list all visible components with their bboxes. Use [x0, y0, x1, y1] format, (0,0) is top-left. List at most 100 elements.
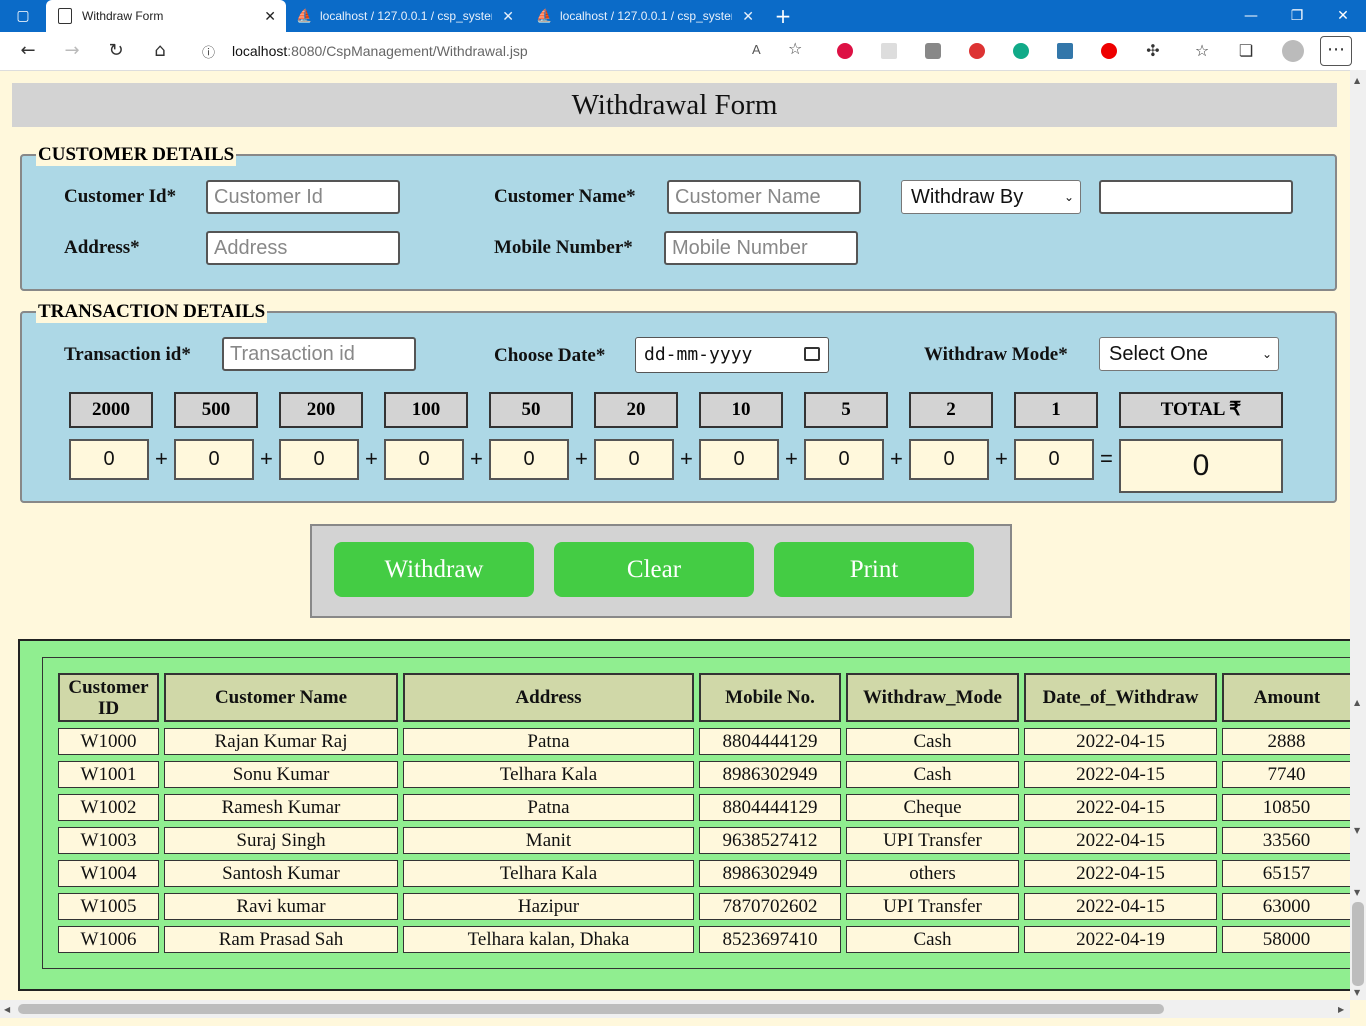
scroll-left-icon[interactable]: ◀: [4, 1005, 10, 1014]
address-input[interactable]: Address: [206, 231, 400, 265]
vertical-scroll-thumb[interactable]: [1352, 902, 1364, 986]
tab-actions-icon[interactable]: ▢: [0, 0, 46, 32]
extension-icon[interactable]: [881, 43, 897, 59]
header-withdraw-mode: Withdraw_Mode: [846, 673, 1019, 722]
denomination-2: 2: [909, 392, 993, 428]
horizontal-scroll-thumb[interactable]: [18, 1004, 1164, 1014]
extension-icon[interactable]: [925, 43, 941, 59]
info-icon[interactable]: ⓘ: [202, 42, 215, 61]
withdraw-mode-select[interactable]: Select One ⌄: [1099, 337, 1279, 371]
extension-icon[interactable]: [969, 43, 985, 59]
header-amount: Amount: [1222, 673, 1350, 722]
new-tab-icon[interactable]: +: [760, 0, 806, 32]
favorite-add-icon[interactable]: ☆: [788, 39, 802, 58]
withdraw-by-select[interactable]: Withdraw By ⌄: [901, 180, 1081, 214]
refresh-icon[interactable]: ↻: [104, 40, 128, 62]
read-aloud-icon[interactable]: A: [752, 42, 761, 57]
count-2-input[interactable]: 0: [909, 439, 989, 480]
extensions-puzzle-icon[interactable]: ✣: [1141, 40, 1165, 62]
count-1-input[interactable]: 0: [1014, 439, 1094, 480]
table-cell: 2022-04-15: [1024, 761, 1217, 788]
date-input[interactable]: dd-mm-yyyy: [635, 337, 829, 373]
close-tab-icon[interactable]: ✕: [502, 8, 514, 25]
table-cell: Rajan Kumar Raj: [164, 728, 398, 755]
brave-extension-icon[interactable]: [837, 43, 853, 59]
table-cell: W1001: [58, 761, 159, 788]
mobile-number-label: Mobile Number*: [494, 237, 633, 258]
scroll-down-icon[interactable]: ▼: [1354, 988, 1360, 997]
forward-icon[interactable]: →: [60, 40, 84, 62]
count-50-input[interactable]: 0: [489, 439, 569, 480]
extension-icon[interactable]: [1013, 43, 1029, 59]
date-placeholder: dd-mm-yyyy: [644, 344, 753, 365]
scroll-down-icon[interactable]: ▼: [1354, 826, 1360, 835]
count-5-input[interactable]: 0: [804, 439, 884, 480]
profile-avatar[interactable]: [1282, 40, 1304, 62]
extension-icon[interactable]: [1057, 43, 1073, 59]
table-cell: Cash: [846, 926, 1019, 953]
customer-name-input[interactable]: Customer Name: [667, 180, 861, 214]
table-cell: Ravi kumar: [164, 893, 398, 920]
table-cell: 63000: [1222, 893, 1350, 920]
address-bar: ← → ↻ ⌂ ⓘ localhost:8080/CspManagement/W…: [0, 32, 1366, 71]
address-label: Address*: [64, 237, 140, 258]
denomination-100: 100: [384, 392, 468, 428]
scroll-up-icon[interactable]: ▲: [1354, 76, 1360, 85]
table-cell: Cash: [846, 761, 1019, 788]
mobile-number-input[interactable]: Mobile Number: [664, 231, 858, 265]
print-button[interactable]: Print: [774, 542, 974, 597]
tab-withdraw-form[interactable]: Withdraw Form ✕: [46, 0, 286, 32]
table-cell: 2022-04-15: [1024, 794, 1217, 821]
plus-sign: +: [785, 446, 798, 471]
vertical-scrollbar[interactable]: [1350, 70, 1366, 1000]
table-cell: Telhara Kala: [403, 860, 694, 887]
table-cell: 7740: [1222, 761, 1350, 788]
adblock-icon[interactable]: [1101, 43, 1117, 59]
customer-id-input[interactable]: Customer Id: [206, 180, 400, 214]
denomination-5: 5: [804, 392, 888, 428]
table-cell: 9638527412: [699, 827, 841, 854]
table-cell: Patna: [403, 728, 694, 755]
scroll-down-icon[interactable]: ▼: [1354, 888, 1360, 897]
count-500-input[interactable]: 0: [174, 439, 254, 480]
tab-phpmyadmin-1[interactable]: ⛵ localhost / 127.0.0.1 / csp_system ✕: [296, 0, 524, 32]
withdraw-by-value-input[interactable]: [1099, 180, 1293, 214]
count-20-input[interactable]: 0: [594, 439, 674, 480]
transaction-details-legend: TRANSACTION DETAILS: [36, 301, 268, 323]
table-cell: 8986302949: [699, 761, 841, 788]
count-2000-input[interactable]: 0: [69, 439, 149, 480]
clear-button[interactable]: Clear: [554, 542, 754, 597]
withdraw-button[interactable]: Withdraw: [334, 542, 534, 597]
restore-icon[interactable]: ❐: [1274, 0, 1320, 32]
table-cell: W1005: [58, 893, 159, 920]
withdraw-by-value: Withdraw By: [911, 186, 1024, 208]
back-icon[interactable]: ←: [16, 40, 40, 62]
close-tab-icon[interactable]: ✕: [264, 8, 276, 25]
close-tab-icon[interactable]: ✕: [742, 8, 754, 25]
table-cell: 2022-04-15: [1024, 728, 1217, 755]
transaction-id-input[interactable]: Transaction id: [222, 337, 416, 371]
url-field[interactable]: ⓘ localhost:8080/CspManagement/Withdrawa…: [190, 36, 816, 66]
table-cell: 2022-04-19: [1024, 926, 1217, 953]
count-200-input[interactable]: 0: [279, 439, 359, 480]
denomination-2000: 2000: [69, 392, 153, 428]
calendar-icon[interactable]: [804, 347, 820, 361]
minimize-icon[interactable]: —: [1228, 0, 1274, 32]
settings-menu-icon[interactable]: ⋯: [1320, 36, 1352, 66]
customer-details-panel: CUSTOMER DETAILS: [20, 144, 1337, 291]
favorites-icon[interactable]: ☆: [1190, 40, 1214, 62]
denomination-200: 200: [279, 392, 363, 428]
denomination-50: 50: [489, 392, 573, 428]
plus-sign: +: [575, 446, 588, 471]
count-100-input[interactable]: 0: [384, 439, 464, 480]
count-10-input[interactable]: 0: [699, 439, 779, 480]
table-cell: W1004: [58, 860, 159, 887]
close-window-icon[interactable]: ✕: [1320, 0, 1366, 32]
tab-phpmyadmin-2[interactable]: ⛵ localhost / 127.0.0.1 / csp_system ✕: [536, 0, 764, 32]
header-mobile-no: Mobile No.: [699, 673, 841, 722]
home-icon[interactable]: ⌂: [148, 40, 172, 62]
scroll-right-icon[interactable]: ▶: [1338, 1005, 1344, 1014]
collections-icon[interactable]: ❏: [1234, 40, 1258, 62]
scroll-up-icon[interactable]: ▲: [1354, 698, 1360, 707]
chevron-down-icon: ⌄: [1261, 347, 1272, 361]
